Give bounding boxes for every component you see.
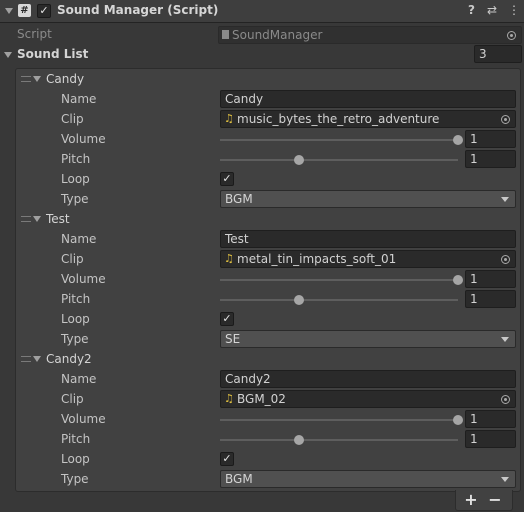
type-label: Type [61,192,89,206]
name-label: Name [61,92,97,106]
volume-slider-track[interactable] [220,279,458,281]
element-title[interactable]: Candy [46,72,84,86]
volume-slider-track[interactable] [220,139,458,141]
target-icon[interactable] [507,31,516,40]
type-dropdown[interactable]: BGM [220,470,516,488]
script-file-icon [222,30,229,39]
component-title: Sound Manager (Script) [57,3,219,17]
settings-icon[interactable]: ⇄ [487,3,497,17]
sound-list-fold-arrow-icon[interactable] [4,52,12,58]
drag-handle-icon[interactable] [21,216,31,222]
volume-slider-thumb[interactable] [453,275,463,285]
volume-value-field[interactable]: 1 [465,130,516,148]
fold-arrow-icon[interactable] [5,8,13,14]
pitch-value-field[interactable]: 1 [465,150,516,168]
volume-label: Volume [61,132,106,146]
volume-label: Volume [61,412,106,426]
loop-checkbox[interactable]: ✓ [220,452,234,466]
target-icon[interactable] [501,255,510,264]
drag-handle-icon[interactable] [21,76,31,82]
name-label: Name [61,232,97,246]
sound-list-container: Candy Name Candy Clip ♫ music_bytes_the_… [15,68,521,492]
pitch-slider-track[interactable] [220,159,458,161]
clip-label: Clip [61,112,84,126]
clip-value: metal_tin_impacts_soft_01 [237,252,397,266]
add-element-button[interactable]: + [459,490,483,510]
pitch-slider-thumb[interactable] [294,435,305,445]
chevron-down-icon [501,337,509,342]
clip-field[interactable]: ♫ music_bytes_the_retro_adventure [220,110,516,128]
clip-value: BGM_02 [237,392,286,406]
pitch-slider-track[interactable] [220,439,458,441]
loop-checkbox[interactable]: ✓ [220,312,234,326]
clip-field[interactable]: ♫ metal_tin_impacts_soft_01 [220,250,516,268]
type-dropdown[interactable]: SE [220,330,516,348]
context-menu-icon[interactable]: ⋮ [508,3,520,17]
type-label: Type [61,332,89,346]
sound-list-size-field[interactable]: 3 [474,45,522,63]
name-label: Name [61,372,97,386]
chevron-down-icon [501,477,509,482]
sound-list-label[interactable]: Sound List [17,47,88,61]
pitch-value-field[interactable]: 1 [465,290,516,308]
type-dropdown[interactable]: BGM [220,190,516,208]
help-icon[interactable]: ? [468,3,475,17]
pitch-value-field[interactable]: 1 [465,430,516,448]
list-footer: + − [455,490,513,511]
pitch-label: Pitch [61,292,91,306]
pitch-label: Pitch [61,432,91,446]
volume-value-field[interactable]: 1 [465,410,516,428]
volume-slider-track[interactable] [220,419,458,421]
script-label: Script [17,27,52,41]
element-title[interactable]: Candy2 [46,352,92,366]
type-label: Type [61,472,89,486]
audio-clip-icon: ♫ [224,112,234,125]
element-title[interactable]: Test [46,212,70,226]
enabled-checkbox[interactable]: ✓ [37,4,51,18]
volume-value-field[interactable]: 1 [465,270,516,288]
pitch-slider-thumb[interactable] [294,155,305,165]
volume-slider-thumb[interactable] [453,415,463,425]
pitch-label: Pitch [61,152,91,166]
script-icon: # [18,4,31,17]
component-header: # ✓ Sound Manager (Script) ? ⇄ ⋮ [0,0,524,23]
script-value: SoundManager [232,28,323,42]
target-icon[interactable] [501,115,510,124]
chevron-down-icon [501,197,509,202]
sound-list-element: Candy2 Name Candy2 Clip ♫ BGM_02 Volume … [16,349,520,489]
loop-checkbox[interactable]: ✓ [220,172,234,186]
pitch-slider-thumb[interactable] [294,295,305,305]
sound-list-element: Candy Name Candy Clip ♫ music_bytes_the_… [16,69,520,209]
volume-label: Volume [61,272,106,286]
name-field[interactable]: Candy2 [220,370,516,388]
clip-label: Clip [61,392,84,406]
remove-element-button[interactable]: − [483,490,507,510]
audio-clip-icon: ♫ [224,392,234,405]
element-fold-arrow-icon[interactable] [33,216,41,222]
sound-list-element: Test Name Test Clip ♫ metal_tin_impacts_… [16,209,520,349]
clip-value: music_bytes_the_retro_adventure [237,112,440,126]
volume-slider-thumb[interactable] [453,135,463,145]
loop-label: Loop [61,172,90,186]
element-fold-arrow-icon[interactable] [33,356,41,362]
audio-clip-icon: ♫ [224,252,234,265]
name-field[interactable]: Test [220,230,516,248]
target-icon[interactable] [501,395,510,404]
script-field: SoundManager [218,26,522,44]
drag-handle-icon[interactable] [21,356,31,362]
loop-label: Loop [61,452,90,466]
loop-label: Loop [61,312,90,326]
clip-label: Clip [61,252,84,266]
element-fold-arrow-icon[interactable] [33,76,41,82]
pitch-slider-track[interactable] [220,299,458,301]
clip-field[interactable]: ♫ BGM_02 [220,390,516,408]
name-field[interactable]: Candy [220,90,516,108]
